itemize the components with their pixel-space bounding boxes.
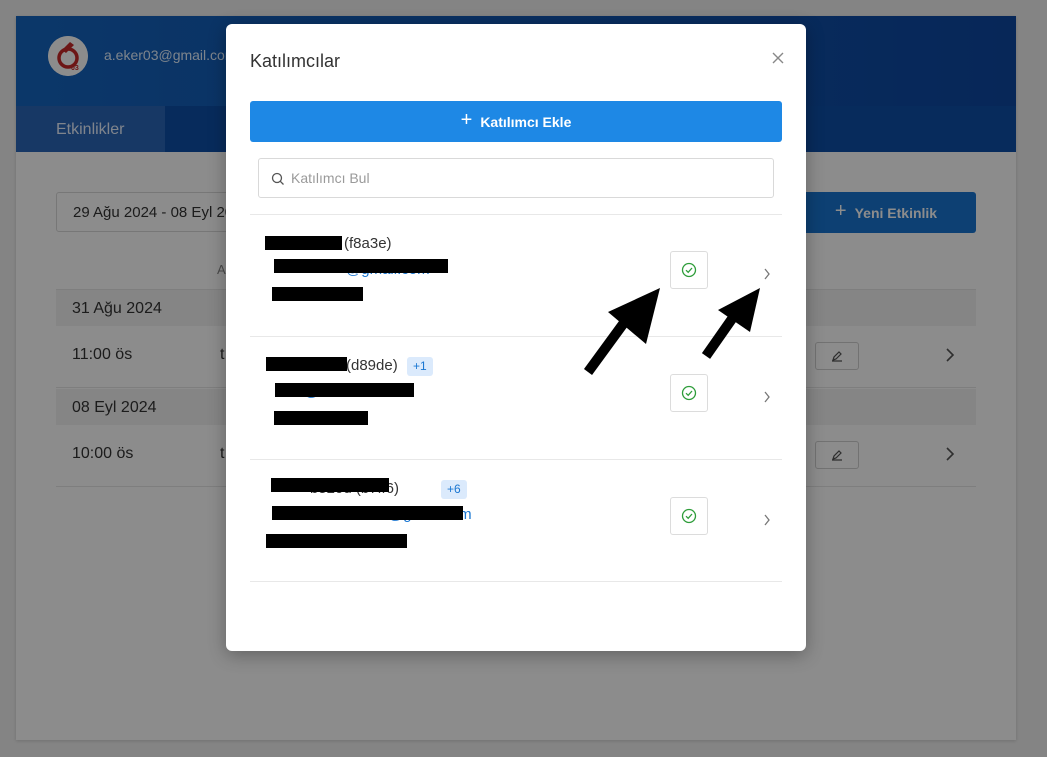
check-circle-icon — [681, 262, 697, 278]
redaction-bar — [272, 287, 363, 301]
plus-icon: + — [460, 109, 473, 131]
check-in-button[interactable] — [670, 374, 708, 412]
redaction-bar — [274, 411, 368, 425]
redaction-bar — [274, 259, 448, 273]
close-icon[interactable] — [770, 50, 786, 66]
participant-search — [258, 158, 774, 198]
redaction-bar — [266, 357, 347, 371]
annotation-arrow-icon — [583, 288, 660, 375]
redaction-bar — [265, 236, 342, 250]
guest-count-badge: +6 — [441, 480, 467, 499]
divider — [250, 581, 782, 582]
add-participant-label: Katılımcı Ekle — [480, 113, 572, 130]
redaction-bar — [275, 383, 414, 397]
annotation-arrow-icon — [701, 288, 760, 359]
redaction-bar — [266, 534, 407, 548]
guest-count-badge: +1 — [407, 357, 433, 376]
check-in-button[interactable] — [670, 251, 708, 289]
redaction-bar — [272, 506, 463, 520]
participant-row[interactable]: b520d (b7ff6) +6 @gmail.com — [250, 460, 782, 582]
check-circle-icon — [681, 385, 697, 401]
search-icon — [271, 172, 284, 185]
participants-modal: Katılımcılar + Katılımcı Ekle (f8a3e) @g… — [226, 24, 806, 651]
modal-title: Katılımcılar — [250, 51, 341, 71]
chevron-right-icon[interactable] — [762, 512, 772, 528]
chevron-right-icon[interactable] — [762, 389, 772, 405]
participant-name: (d89de) — [346, 357, 398, 374]
redaction-bar — [271, 478, 389, 492]
check-in-button[interactable] — [670, 497, 708, 535]
check-circle-icon — [681, 508, 697, 524]
add-participant-button[interactable]: + Katılımcı Ekle — [250, 101, 782, 142]
participant-name: (f8a3e) — [344, 235, 392, 252]
search-input[interactable] — [291, 167, 761, 189]
chevron-right-icon[interactable] — [762, 266, 772, 282]
